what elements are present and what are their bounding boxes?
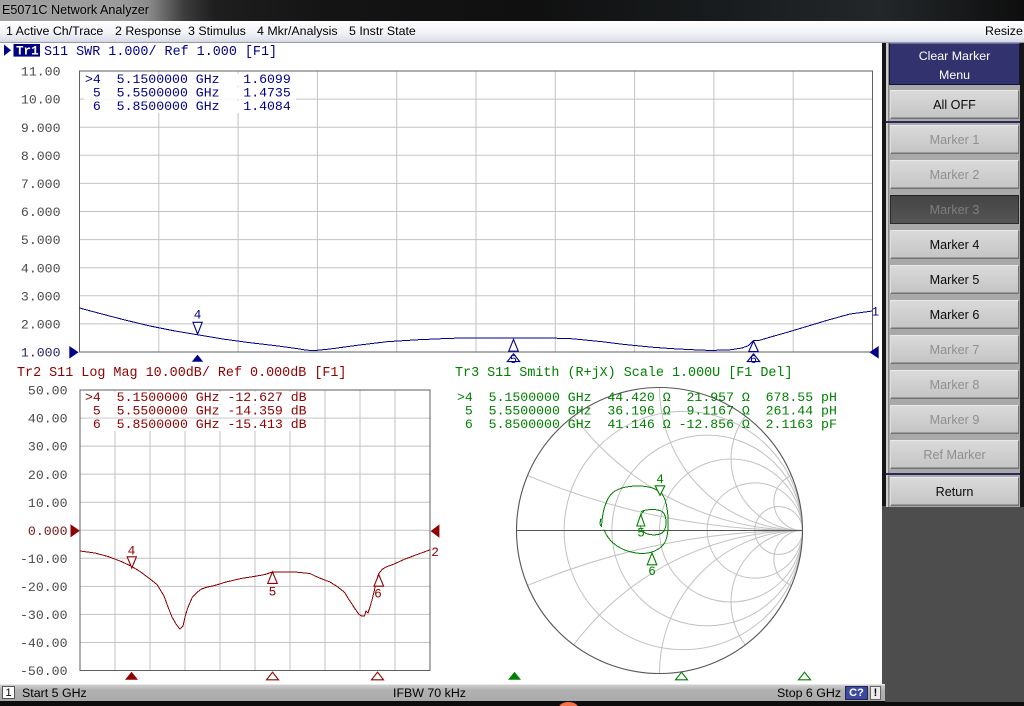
svg-text:S11 SWR 1.000/ Ref 1.000 [F1]: S11 SWR 1.000/ Ref 1.000 [F1] bbox=[44, 45, 277, 60]
svg-text:-30.00: -30.00 bbox=[20, 608, 68, 623]
svg-text:Tr3 S11 Smith (R+jX) Scale 1.0: Tr3 S11 Smith (R+jX) Scale 1.000U [F1 De… bbox=[455, 366, 793, 381]
svg-text:-40.00: -40.00 bbox=[20, 636, 68, 651]
svg-text:0.000: 0.000 bbox=[28, 524, 68, 539]
svg-text:6 5.8500000 GHz 1.4084: 6 5.8500000 GHz 1.4084 bbox=[85, 99, 291, 114]
svg-text:30.00: 30.00 bbox=[28, 440, 68, 455]
svg-text:5: 5 bbox=[269, 585, 277, 600]
svg-text:1: 1 bbox=[872, 305, 880, 320]
svg-text:9.000: 9.000 bbox=[21, 121, 61, 136]
svg-text:Tr2 S11 Log Mag 10.00dB/ Ref 0: Tr2 S11 Log Mag 10.00dB/ Ref 0.000dB [F1… bbox=[17, 366, 346, 381]
svg-text:10.00: 10.00 bbox=[28, 496, 68, 511]
svg-text:6 5.8500000 GHz 41.146 Ω -12: 6 5.8500000 GHz 41.146 Ω -12.856 Ω 2.116… bbox=[457, 417, 837, 432]
svg-text:50.00: 50.00 bbox=[28, 384, 68, 399]
svg-text:40.00: 40.00 bbox=[28, 412, 68, 427]
svg-text:11.00: 11.00 bbox=[21, 65, 61, 80]
svg-text:6: 6 bbox=[648, 565, 656, 579]
svg-text:7.000: 7.000 bbox=[21, 177, 61, 192]
svg-text:5: 5 bbox=[637, 527, 645, 541]
svg-text:8.000: 8.000 bbox=[21, 149, 61, 164]
svg-text:6.000: 6.000 bbox=[21, 205, 61, 220]
svg-text:Tr1: Tr1 bbox=[16, 45, 39, 59]
svg-text:2: 2 bbox=[431, 545, 439, 560]
svg-text:5.000: 5.000 bbox=[21, 233, 61, 248]
svg-text:-50.00: -50.00 bbox=[20, 664, 68, 679]
svg-text:6 5.8500000 GHz -15.413 dB: 6 5.8500000 GHz -15.413 dB bbox=[85, 417, 307, 432]
svg-text:10.00: 10.00 bbox=[21, 93, 61, 108]
svg-text:20.00: 20.00 bbox=[28, 468, 68, 483]
svg-text:2.000: 2.000 bbox=[21, 318, 61, 333]
svg-text:-20.00: -20.00 bbox=[20, 580, 68, 595]
svg-text:3.000: 3.000 bbox=[21, 289, 61, 304]
svg-text:6: 6 bbox=[374, 587, 382, 602]
svg-text:1.000: 1.000 bbox=[21, 346, 61, 361]
svg-text:4: 4 bbox=[656, 473, 664, 487]
svg-text:4: 4 bbox=[194, 309, 202, 323]
svg-text:-10.00: -10.00 bbox=[20, 552, 68, 567]
svg-text:4.000: 4.000 bbox=[21, 261, 61, 276]
